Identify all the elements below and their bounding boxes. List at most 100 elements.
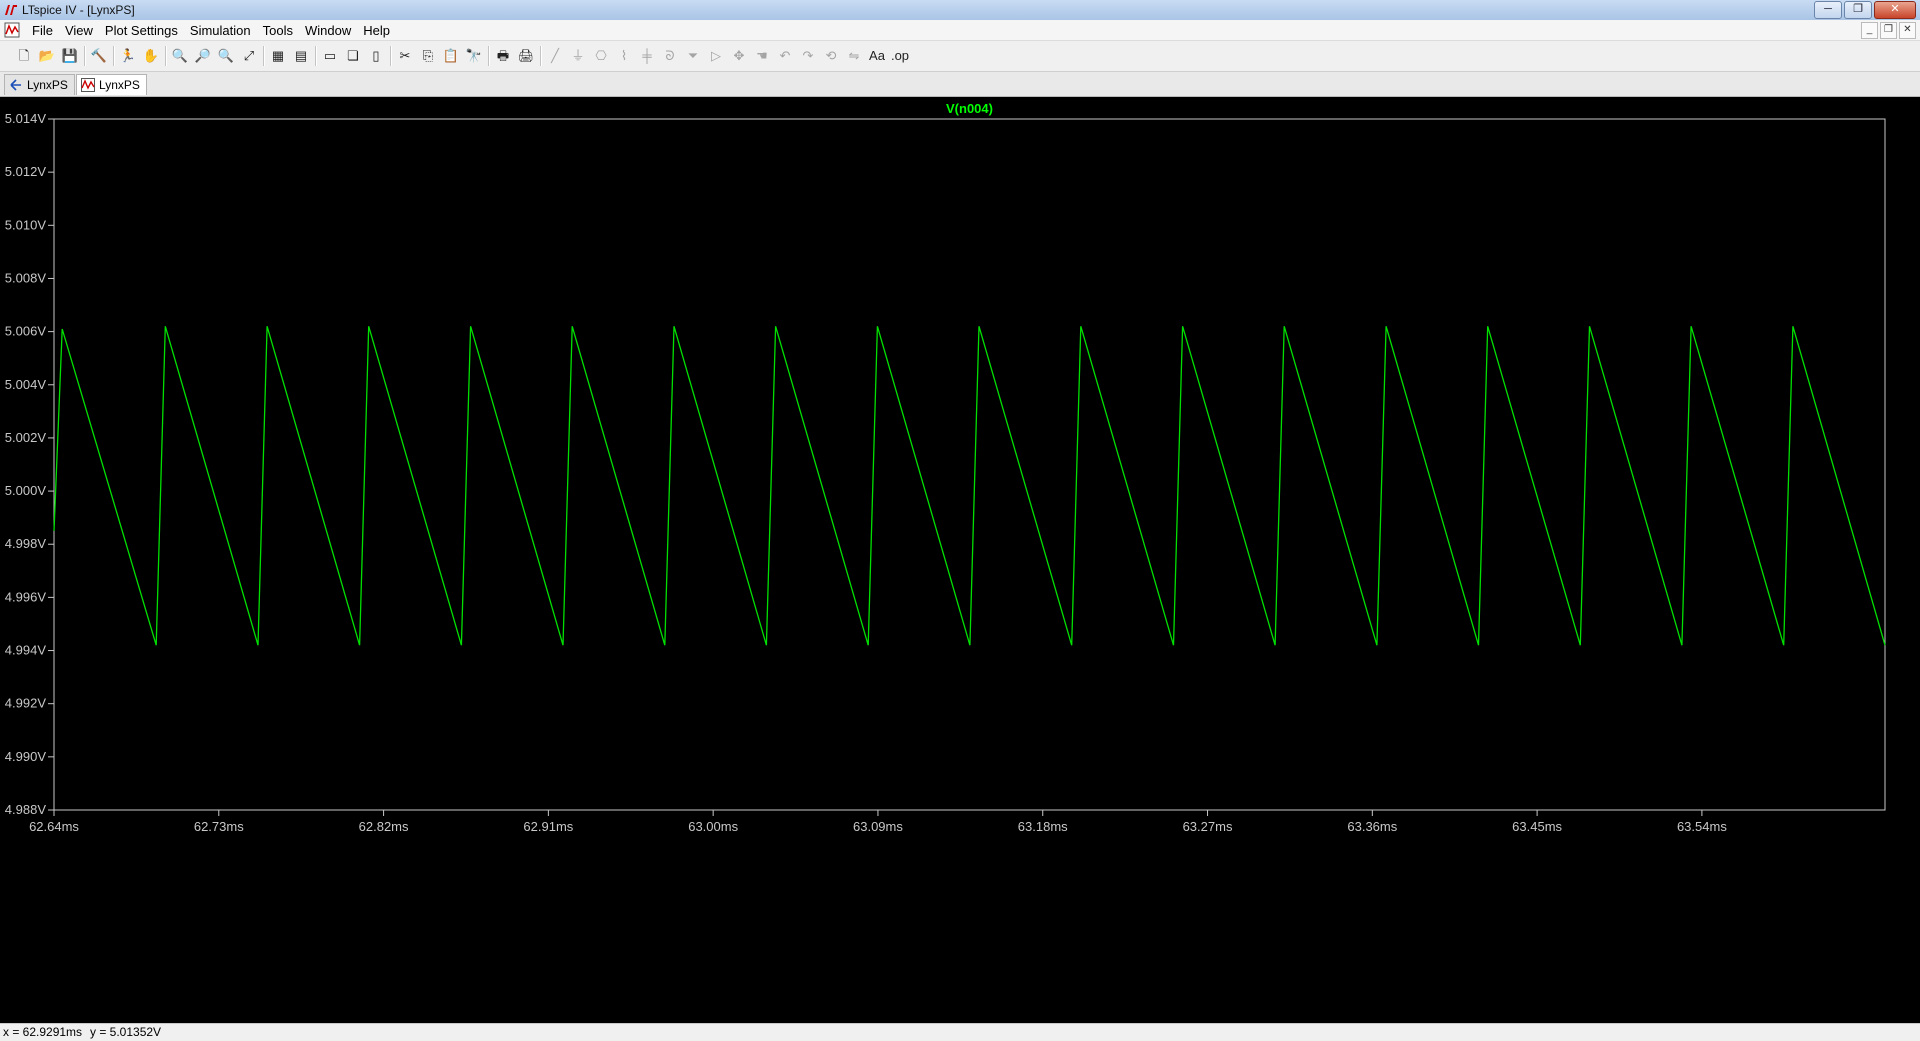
toolbar-separator [540,46,542,66]
statusbar: x = 62.9291ms y = 5.01352V [0,1023,1920,1041]
plot-frame [53,118,1886,811]
control-panel-icon[interactable]: 🔨 [89,47,109,65]
undo-icon[interactable]: ↶ [775,47,795,65]
toolbar-separator [263,46,265,66]
open-schematic-icon[interactable]: 🗋 [14,47,34,65]
paste-icon[interactable]: 📋 [441,47,461,65]
waveform-chart[interactable]: 5.014V 5.012V 5.010V 5.008V 5.006V 5.004V 5.00… [0,97,1920,1023]
rotate-icon[interactable]: ⟲ [821,47,841,65]
y-tick-label: 4.994V [5,643,47,658]
document-tabs: LynxPS LynxPS [0,72,1920,97]
toolbar-separator [315,46,317,66]
zoom-fit-icon[interactable]: ⤢ [239,47,259,65]
inductor-icon[interactable]: ᘐ [660,47,680,65]
document-controls: _ ❐ ✕ [1861,22,1916,39]
y-tick-label: 5.012V [5,164,47,179]
waveform-icon [81,78,95,92]
run-icon[interactable]: 🏃 [118,47,138,65]
capacitor-icon[interactable]: ╪ [637,47,657,65]
menu-plot-settings[interactable]: Plot Settings [99,23,184,38]
drag-icon[interactable]: ☚ [752,47,772,65]
doc-minimize-button[interactable]: _ [1861,22,1878,39]
doc-close-button[interactable]: ✕ [1899,22,1916,39]
cascade-icon[interactable]: ❏ [343,47,363,65]
waveform-doc-icon[interactable] [4,22,20,38]
cursor-x-readout: x = 62.9291ms [3,1025,83,1039]
x-tick-label: 62.73ms [194,819,244,834]
spice-directive-icon[interactable]: .op [890,47,910,65]
y-tick-label: 5.010V [5,217,47,232]
component-icon[interactable]: ▷ [706,47,726,65]
y-tick-label: 5.014V [5,111,47,126]
x-tick-label: 63.00ms [688,819,738,834]
close-button[interactable]: ✕ [1874,1,1916,19]
resistor-icon[interactable]: ⌇ [614,47,634,65]
toolbar-separator [488,46,490,66]
x-tick-label: 63.45ms [1512,819,1562,834]
tab-label: LynxPS [27,78,68,92]
menu-simulation[interactable]: Simulation [184,23,257,38]
wire-icon[interactable]: ╱ [545,47,565,65]
x-tick-label: 62.64ms [29,819,79,834]
mirror-icon[interactable]: ⇋ [844,47,864,65]
y-tick-label: 5.004V [5,377,47,392]
find-icon[interactable]: 🔭 [464,47,484,65]
menu-view[interactable]: View [59,23,99,38]
menu-window[interactable]: Window [299,23,357,38]
y-tick-label: 4.996V [5,589,47,604]
move-icon[interactable]: ✥ [729,47,749,65]
zoom-in-icon[interactable]: 🔍 [170,47,190,65]
text-icon[interactable]: Aa [867,47,887,65]
copy-icon[interactable]: ⎘ [418,47,438,65]
tab-waveform[interactable]: LynxPS [76,74,147,95]
zoom-out-icon[interactable]: 🔍 [216,47,236,65]
open-folder-icon[interactable]: 📂 [37,47,57,65]
autorange-icon[interactable]: ▦ [268,47,288,65]
toolbar-separator [165,46,167,66]
toolbar-separator [84,46,86,66]
tile-vertical-icon[interactable]: ▯ [366,47,386,65]
window-title: LTspice IV - [LynxPS] [22,3,135,17]
x-tick-label: 62.82ms [359,819,409,834]
menu-help[interactable]: Help [357,23,396,38]
y-tick-label: 4.990V [5,749,47,764]
tab-schematic[interactable]: LynxPS [4,74,75,95]
ground-icon[interactable]: ⏚ [568,47,588,65]
x-tick-label: 63.54ms [1677,819,1727,834]
x-tick-label: 63.18ms [1018,819,1068,834]
menu-tools[interactable]: Tools [257,23,299,38]
cut-icon[interactable]: ✂ [395,47,415,65]
x-tick-label: 63.36ms [1347,819,1397,834]
redo-icon[interactable]: ↷ [798,47,818,65]
grid-icon[interactable]: ▤ [291,47,311,65]
toolbar: 🗋 📂 💾 🔨 🏃 ✋ 🔍 🔎 🔍 ⤢ ▦ ▤ ▭ ❏ ▯ ✂ ⎘ 📋 🔭 🖶 🖨 ╱ ⏚ ⎔ ⌇ ╪ ᘐ ⏷ ▷ ✥ ☚ ↶ ↷ ⟲ ⇋ Aa .op [0,41,1920,72]
restore-button[interactable]: ❐ [1844,1,1872,19]
zoom-rect-icon[interactable]: 🔎 [193,47,213,65]
label-icon[interactable]: ⎔ [591,47,611,65]
halt-icon[interactable]: ✋ [141,47,161,65]
menu-file[interactable]: File [26,23,59,38]
waveform-plot-pane[interactable]: 5.014V 5.012V 5.010V 5.008V 5.006V 5.004V 5.00… [0,97,1920,1023]
x-tick-label: 63.27ms [1183,819,1233,834]
window-controls: ─ ❐ ✕ [1814,1,1916,19]
trace-v-n004[interactable] [53,326,1886,646]
y-tick-label: 4.992V [5,696,47,711]
print-icon[interactable]: 🖨 [516,47,536,65]
doc-restore-button[interactable]: ❐ [1880,22,1897,39]
ltspice-logo-icon [5,5,17,15]
cursor-y-readout: y = 5.01352V [90,1025,162,1039]
y-tick-label: 5.002V [5,430,47,445]
schematic-icon [10,79,21,91]
minimize-button[interactable]: ─ [1814,1,1842,19]
y-tick-label: 4.988V [5,802,47,817]
tab-label: LynxPS [99,78,140,92]
print-preview-icon[interactable]: 🖶 [493,47,513,65]
menubar: File View Plot Settings Simulation Tools… [0,20,1920,41]
trace-label[interactable]: V(n004) [946,101,993,116]
save-icon[interactable]: 💾 [60,47,80,65]
y-tick-label: 4.998V [5,536,47,551]
y-tick-label: 5.006V [5,324,47,339]
tile-horizontal-icon[interactable]: ▭ [320,47,340,65]
diode-icon[interactable]: ⏷ [683,47,703,65]
toolbar-separator [390,46,392,66]
